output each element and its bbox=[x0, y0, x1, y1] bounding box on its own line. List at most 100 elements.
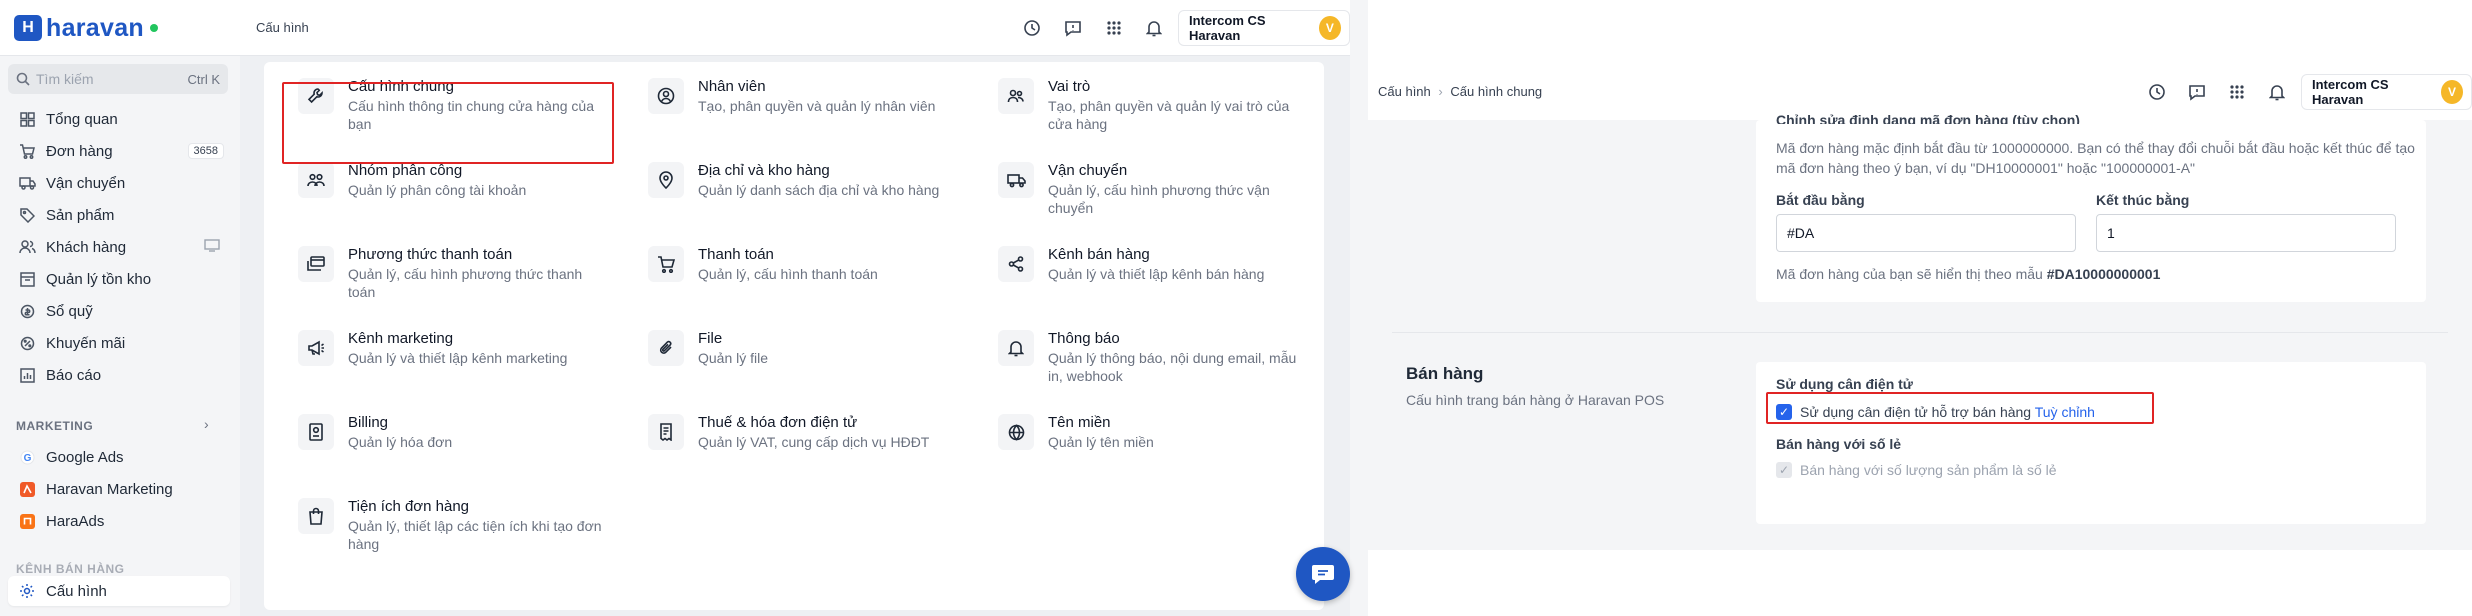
feedback-icon[interactable] bbox=[1061, 16, 1085, 40]
general-settings-app: Intercom CS Haravan V Cấu hình › Cấu hìn… bbox=[1368, 0, 2472, 616]
apps-grid-icon[interactable] bbox=[1102, 16, 1126, 40]
card-title: Tiện ích đơn hàng bbox=[348, 498, 470, 515]
card-title: Thanh toán bbox=[698, 246, 774, 263]
history-icon[interactable] bbox=[1020, 16, 1044, 40]
sidebar-item-overview[interactable]: Tổng quan bbox=[8, 104, 230, 134]
breadcrumb: Cấu hình › Cấu hình chung bbox=[1378, 84, 1542, 99]
sidebar-item-google-ads[interactable]: G Google Ads bbox=[8, 442, 230, 472]
breadcrumb-current: Cấu hình chung bbox=[1450, 84, 1543, 99]
sidebar-item-orders[interactable]: Đơn hàng 3658 bbox=[8, 136, 230, 166]
decimal-checkbox[interactable]: ✓ bbox=[1776, 462, 1792, 478]
sidebar-item-reports[interactable]: Báo cáo bbox=[8, 360, 230, 390]
globe-icon bbox=[998, 414, 1034, 450]
settings-card-notifications[interactable]: Thông báo Quản lý thông báo, nội dung em… bbox=[986, 322, 1316, 398]
search-placeholder: Tìm kiếm bbox=[36, 71, 94, 87]
settings-grid: Cấu hình chung Cấu hình thông tin chung … bbox=[264, 62, 1324, 610]
settings-card-domains[interactable]: Tên miền Quản lý tên miền bbox=[986, 406, 1316, 482]
user-name: Intercom CS Haravan bbox=[1189, 13, 1266, 43]
card-desc: Tạo, phân quyền và quản lý nhân viên bbox=[698, 98, 936, 114]
sidebar-item-haravan-marketing[interactable]: Haravan Marketing bbox=[8, 474, 230, 504]
order-code-panel: Chỉnh sửa định dạng mã đơn hàng (tùy chọ… bbox=[1756, 112, 2426, 302]
settings-card-shipping[interactable]: Vận chuyển Quản lý, cấu hình phương thức… bbox=[986, 154, 1316, 230]
settings-card-billing[interactable]: Billing Quản lý hóa đơn bbox=[286, 406, 616, 482]
chevron-right-icon[interactable]: › bbox=[204, 416, 209, 432]
breadcrumb-parent[interactable]: Cấu hình bbox=[1378, 84, 1431, 99]
apps-grid-icon[interactable] bbox=[2225, 80, 2249, 104]
order-code-heading: Chỉnh sửa định dạng mã đơn hàng (tùy chọ… bbox=[1776, 112, 2080, 124]
card-title: Phương thức thanh toán bbox=[348, 246, 513, 263]
preview-value: #DA10000000001 bbox=[2046, 266, 2161, 282]
settings-card-sales-channels[interactable]: Kênh bán hàng Quản lý và thiết lập kênh … bbox=[986, 238, 1316, 314]
chat-button[interactable] bbox=[1296, 547, 1350, 601]
sidebar-item-customers[interactable]: Khách hàng bbox=[8, 232, 230, 262]
card-title: Thông báo bbox=[1048, 330, 1120, 347]
card-desc: Quản lý và thiết lập kênh marketing bbox=[348, 350, 568, 366]
settings-card-checkout[interactable]: Thanh toán Quản lý, cấu hình thanh toán bbox=[636, 238, 966, 314]
order-count-badge: 3658 bbox=[187, 143, 224, 159]
settings-card-payment-methods[interactable]: Phương thức thanh toán Quản lý, cấu hình… bbox=[286, 238, 616, 314]
feedback-icon[interactable] bbox=[2185, 80, 2209, 104]
sidebar-item-haraads[interactable]: HaraAds bbox=[8, 506, 230, 536]
suffix-input[interactable]: 1 bbox=[2096, 214, 2396, 252]
brand-mark: H bbox=[14, 15, 42, 41]
sidebar-item-label: Đơn hàng bbox=[46, 142, 113, 160]
settings-card-tax-einvoice[interactable]: Thuế & hóa đơn điện tử Quản lý VAT, cung… bbox=[636, 406, 966, 482]
highlight-scale-option bbox=[1766, 392, 2154, 424]
sidebar-item-label: Khuyến mãi bbox=[46, 334, 126, 352]
card-title: Vận chuyển bbox=[1048, 162, 1128, 179]
scale-heading: Sử dụng cân điện tử bbox=[1776, 376, 1913, 392]
card-desc: Quản lý VAT, cung cấp dịch vụ HĐĐT bbox=[698, 434, 930, 450]
card-title: Kênh bán hàng bbox=[1048, 246, 1150, 263]
sidebar-item-inventory[interactable]: Quản lý tồn kho bbox=[8, 264, 230, 294]
marketing-section-label: MARKETING bbox=[16, 419, 94, 433]
settings-card-staff[interactable]: Nhân viên Tạo, phân quyền và quản lý nhâ… bbox=[636, 70, 966, 146]
truck-icon bbox=[998, 162, 1034, 198]
screen-icon[interactable] bbox=[204, 238, 220, 256]
brand-logo[interactable]: H haravan bbox=[14, 14, 158, 42]
preview-text: Mã đơn hàng của bạn sẽ hiển thị theo mẫu bbox=[1776, 266, 2043, 282]
chat-bubble-icon bbox=[1312, 565, 1334, 584]
settings-card-locations[interactable]: Địa chỉ và kho hàng Quản lý danh sách đị… bbox=[636, 154, 966, 230]
top-bar: H haravan Cấu hình Intercom CS Haravan V bbox=[0, 0, 1350, 56]
shopping-bag-icon bbox=[298, 498, 334, 534]
card-desc: Quản lý, thiết lập các tiện ích khi tạo … bbox=[348, 518, 602, 552]
sidebar-item-label: Quản lý tồn kho bbox=[46, 270, 152, 288]
tag-icon bbox=[18, 206, 36, 224]
cart-icon bbox=[648, 246, 684, 282]
settings-card-order-utilities[interactable]: Tiện ích đơn hàng Quản lý, thiết lập các… bbox=[286, 490, 616, 566]
dashboard-icon bbox=[18, 110, 36, 128]
avatar: V bbox=[1318, 16, 1341, 40]
sidebar-item-cashbook[interactable]: Sổ quỹ bbox=[8, 296, 230, 326]
search-input[interactable]: Tìm kiếm Ctrl K bbox=[8, 64, 228, 94]
sidebar-item-label: Haravan Marketing bbox=[46, 480, 173, 498]
notification-bell-icon[interactable] bbox=[2265, 80, 2289, 104]
sidebar-item-promotions[interactable]: Khuyến mãi bbox=[8, 328, 230, 358]
card-title: Địa chỉ và kho hàng bbox=[698, 162, 830, 179]
settings-card-roles[interactable]: Vai trò Tạo, phân quyền và quản lý vai t… bbox=[986, 70, 1316, 146]
card-title: Kênh marketing bbox=[348, 330, 454, 347]
section-divider bbox=[1392, 332, 2448, 333]
settings-card-marketing-channels[interactable]: Kênh marketing Quản lý và thiết lập kênh… bbox=[286, 322, 616, 398]
card-desc: Quản lý phân công tài khoản bbox=[348, 182, 527, 198]
sales-channel-section-label: KÊNH BÁN HÀNG bbox=[16, 562, 125, 576]
share-icon bbox=[998, 246, 1034, 282]
avatar: V bbox=[2440, 80, 2463, 104]
history-icon[interactable] bbox=[2145, 80, 2169, 104]
haraads-icon bbox=[18, 512, 36, 530]
user-menu[interactable]: Intercom CS Haravan V bbox=[2301, 74, 2472, 110]
notification-bell-icon[interactable] bbox=[1142, 16, 1166, 40]
prefix-input[interactable]: #DA bbox=[1776, 214, 2076, 252]
settings-card-files[interactable]: File Quản lý file bbox=[636, 322, 966, 398]
sidebar-item-label: Tổng quan bbox=[46, 110, 118, 128]
settings-card-assign-groups[interactable]: Nhóm phân công Quản lý phân công tài kho… bbox=[286, 154, 616, 230]
user-menu[interactable]: Intercom CS Haravan V bbox=[1178, 10, 1350, 46]
cart-icon bbox=[18, 142, 36, 160]
sales-section-desc: Cấu hình trang bán hàng ở Haravan POS bbox=[1406, 392, 1665, 408]
card-desc: Quản lý danh sách địa chỉ và kho hàng bbox=[698, 182, 940, 198]
sidebar-item-products[interactable]: Sản phẩm bbox=[8, 200, 230, 230]
sidebar-item-settings[interactable]: Cấu hình bbox=[8, 576, 230, 606]
card-desc: Quản lý file bbox=[698, 350, 769, 366]
card-desc: Quản lý và thiết lập kênh bán hàng bbox=[1048, 266, 1265, 282]
sidebar-item-shipping[interactable]: Vận chuyển bbox=[8, 168, 230, 198]
payment-card-icon bbox=[298, 246, 334, 282]
